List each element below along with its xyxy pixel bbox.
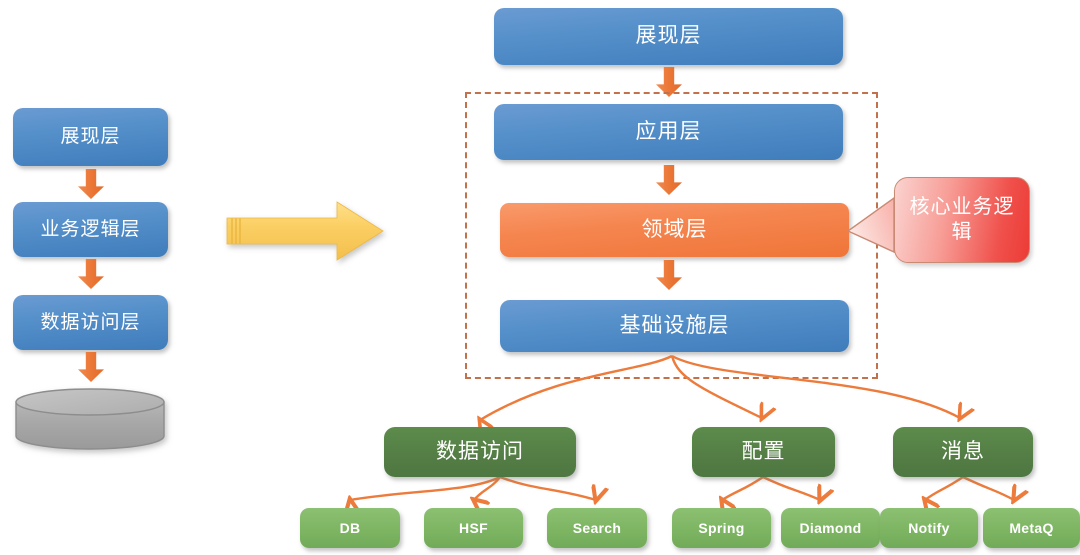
connector-message-to-metaq	[962, 475, 1014, 500]
connector-data-access-to-hsf	[474, 476, 501, 500]
arrow-down-icon-left-3	[78, 352, 104, 382]
database-cylinder	[14, 388, 166, 450]
connector-data-access-to-search	[499, 475, 596, 500]
right-box-application-layer[interactable]: 应用层	[494, 104, 843, 160]
database-cylinder-shape	[15, 388, 165, 450]
right-arrow-icon-transition	[225, 200, 385, 262]
service-box-data-access[interactable]: 数据访问	[384, 427, 576, 477]
service-child-diamond[interactable]: Diamond	[781, 508, 880, 548]
left-box-data-access[interactable]: 数据访问层	[13, 295, 168, 350]
service-child-notify[interactable]: Notify	[880, 508, 978, 548]
callout-core-business-logic[interactable]: 核心业务逻辑	[894, 177, 1030, 263]
arrow-down-icon-left-2	[78, 259, 104, 289]
service-child-spring[interactable]: Spring	[672, 508, 771, 548]
left-box-presentation[interactable]: 展现层	[13, 108, 168, 166]
service-child-search[interactable]: Search	[547, 508, 647, 548]
left-box-business-logic[interactable]: 业务逻辑层	[13, 202, 168, 257]
right-arrow-shape	[226, 201, 384, 261]
connector-config-to-diamond	[762, 475, 820, 500]
right-box-infrastructure-layer[interactable]: 基础设施层	[500, 300, 849, 352]
service-box-config[interactable]: 配置	[692, 427, 835, 477]
connector-data-access-to-db	[350, 475, 501, 500]
service-child-hsf[interactable]: HSF	[424, 508, 523, 548]
arrow-down-icon-left-1	[78, 169, 104, 199]
service-child-metaq[interactable]: MetaQ	[983, 508, 1080, 548]
service-child-db[interactable]: DB	[300, 508, 400, 548]
service-box-message[interactable]: 消息	[893, 427, 1033, 477]
right-box-presentation[interactable]: 展现层	[494, 8, 843, 65]
right-box-domain-layer[interactable]: 领域层	[500, 203, 849, 257]
diagram-canvas: 展现层 业务逻辑层 数据访问层 展现层 应用层 领域层 基础设施层 核心业务逻辑…	[0, 0, 1080, 555]
connector-config-to-spring	[722, 476, 764, 500]
connector-message-to-notify	[925, 476, 964, 500]
